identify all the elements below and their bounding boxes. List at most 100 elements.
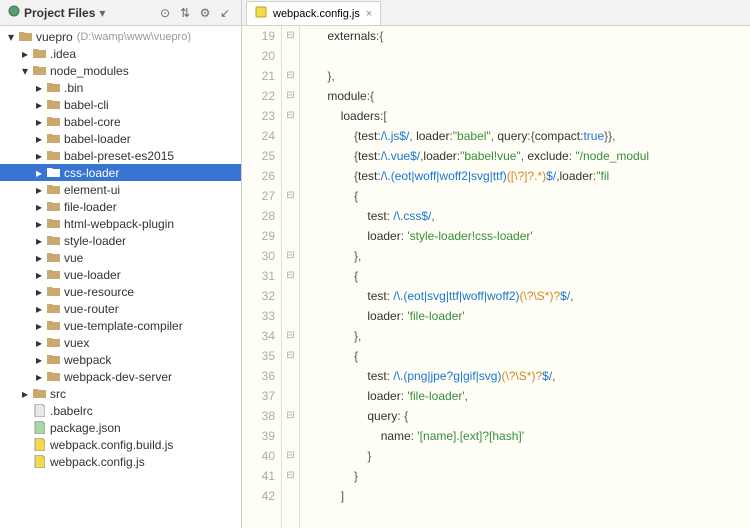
collapse-icon[interactable]: ▸: [34, 270, 44, 280]
tree-item[interactable]: ▸babel-loader: [0, 130, 241, 147]
code-line[interactable]: }: [304, 466, 750, 486]
tab-webpack-config[interactable]: webpack.config.js ×: [246, 1, 381, 25]
tree-item[interactable]: ▸vue-template-compiler: [0, 317, 241, 334]
code-line[interactable]: test: /\.css$/,: [304, 206, 750, 226]
code-line[interactable]: externals:{: [304, 26, 750, 46]
fold-marker[interactable]: [282, 126, 299, 146]
collapse-icon[interactable]: ▸: [34, 134, 44, 144]
fold-marker[interactable]: [282, 226, 299, 246]
code-area[interactable]: 1920212223242526272829303132333435363738…: [242, 26, 750, 528]
collapse-icon[interactable]: ▸: [20, 49, 30, 59]
fold-marker[interactable]: ⊟: [282, 246, 299, 266]
expand-icon[interactable]: ▾: [6, 32, 16, 42]
fold-marker[interactable]: ⊟: [282, 106, 299, 126]
code-line[interactable]: {test:/\.(eot|woff|woff2|svg|ttf)([\?]?.…: [304, 166, 750, 186]
collapse-icon[interactable]: ▸: [34, 83, 44, 93]
tree-item[interactable]: ▸css-loader: [0, 164, 241, 181]
code-line[interactable]: [304, 46, 750, 66]
tree-item[interactable]: ▸vue: [0, 249, 241, 266]
fold-marker[interactable]: [282, 486, 299, 506]
code-line[interactable]: loader: 'file-loader': [304, 306, 750, 326]
code-line[interactable]: },: [304, 66, 750, 86]
fold-marker[interactable]: [282, 146, 299, 166]
code-line[interactable]: {: [304, 346, 750, 366]
code-line[interactable]: name: '[name].[ext]?[hash]': [304, 426, 750, 446]
collapse-icon[interactable]: ▸: [34, 219, 44, 229]
collapse-icon[interactable]: ▸: [34, 185, 44, 195]
code-line[interactable]: },: [304, 326, 750, 346]
tree-item[interactable]: ▸html-webpack-plugin: [0, 215, 241, 232]
tree-item[interactable]: ▸webpack-dev-server: [0, 368, 241, 385]
collapse-icon[interactable]: ▸: [34, 287, 44, 297]
dropdown-icon[interactable]: ▾: [99, 6, 105, 20]
fold-marker[interactable]: ⊟: [282, 86, 299, 106]
gear-icon[interactable]: ⚙: [197, 5, 213, 21]
code-line[interactable]: loader: 'file-loader',: [304, 386, 750, 406]
fold-marker[interactable]: ⊟: [282, 446, 299, 466]
tree-item[interactable]: ▸babel-cli: [0, 96, 241, 113]
collapse-icon[interactable]: ▸: [34, 236, 44, 246]
tree-item[interactable]: ▸vuex: [0, 334, 241, 351]
fold-marker[interactable]: [282, 206, 299, 226]
collapse-icon[interactable]: ▸: [20, 389, 30, 399]
tree-item[interactable]: webpack.config.js: [0, 453, 241, 470]
fold-marker[interactable]: ⊟: [282, 26, 299, 46]
tree-item[interactable]: ▾node_modules: [0, 62, 241, 79]
tree-item[interactable]: ▸src: [0, 385, 241, 402]
tree-item[interactable]: .babelrc: [0, 402, 241, 419]
close-icon[interactable]: ×: [366, 8, 372, 20]
fold-marker[interactable]: ⊟: [282, 266, 299, 286]
code-line[interactable]: }: [304, 446, 750, 466]
fold-marker[interactable]: [282, 386, 299, 406]
code-line[interactable]: module:{: [304, 86, 750, 106]
code-content[interactable]: externals:{ }, module:{ loaders:[ {test:…: [300, 26, 750, 528]
collapse-icon[interactable]: ▸: [34, 321, 44, 331]
fold-marker[interactable]: ⊟: [282, 326, 299, 346]
code-line[interactable]: query: {: [304, 406, 750, 426]
collapse-icon[interactable]: ▸: [34, 253, 44, 263]
tree-item[interactable]: package.json: [0, 419, 241, 436]
fold-marker[interactable]: ⊟: [282, 406, 299, 426]
collapse-icon[interactable]: ⊙: [157, 5, 173, 21]
code-line[interactable]: },: [304, 246, 750, 266]
expand-icon[interactable]: ▾: [20, 66, 30, 76]
collapse-icon[interactable]: ▸: [34, 338, 44, 348]
hide-icon[interactable]: ↙: [217, 5, 233, 21]
tree-item[interactable]: ▸element-ui: [0, 181, 241, 198]
fold-marker[interactable]: [282, 306, 299, 326]
code-line[interactable]: {: [304, 266, 750, 286]
tree-item[interactable]: ▸webpack: [0, 351, 241, 368]
fold-marker[interactable]: ⊟: [282, 66, 299, 86]
code-line[interactable]: test: /\.(png|jpe?g|gif|svg)(\?\S*)?$/,: [304, 366, 750, 386]
tree-item[interactable]: ▸babel-preset-es2015: [0, 147, 241, 164]
collapse-icon[interactable]: [20, 423, 30, 433]
fold-marker[interactable]: [282, 366, 299, 386]
code-line[interactable]: ]: [304, 486, 750, 506]
collapse-icon[interactable]: ▸: [34, 117, 44, 127]
tree-item[interactable]: webpack.config.build.js: [0, 436, 241, 453]
tree-item[interactable]: ▸.idea: [0, 45, 241, 62]
code-line[interactable]: test: /\.(eot|svg|ttf|woff|woff2)(\?\S*)…: [304, 286, 750, 306]
collapse-icon[interactable]: ▸: [34, 372, 44, 382]
collapse-icon[interactable]: ▸: [34, 100, 44, 110]
fold-marker[interactable]: [282, 286, 299, 306]
collapse-icon[interactable]: ▸: [34, 304, 44, 314]
collapse-icon[interactable]: ▸: [34, 151, 44, 161]
scroll-icon[interactable]: ⇅: [177, 5, 193, 21]
code-line[interactable]: loader: 'style-loader!css-loader': [304, 226, 750, 246]
fold-marker[interactable]: ⊟: [282, 466, 299, 486]
collapse-icon[interactable]: [20, 406, 30, 416]
tree-item[interactable]: ▸file-loader: [0, 198, 241, 215]
collapse-icon[interactable]: ▸: [34, 355, 44, 365]
tree-item[interactable]: ▸style-loader: [0, 232, 241, 249]
tree-item[interactable]: ▸babel-core: [0, 113, 241, 130]
fold-marker[interactable]: [282, 166, 299, 186]
collapse-icon[interactable]: [20, 440, 30, 450]
code-line[interactable]: {: [304, 186, 750, 206]
collapse-icon[interactable]: [20, 457, 30, 467]
code-line[interactable]: loaders:[: [304, 106, 750, 126]
code-line[interactable]: {test:/\.vue$/,loader:"babel!vue", exclu…: [304, 146, 750, 166]
tree-item[interactable]: ▸vue-loader: [0, 266, 241, 283]
tree-item[interactable]: ▸vue-router: [0, 300, 241, 317]
fold-marker[interactable]: [282, 426, 299, 446]
